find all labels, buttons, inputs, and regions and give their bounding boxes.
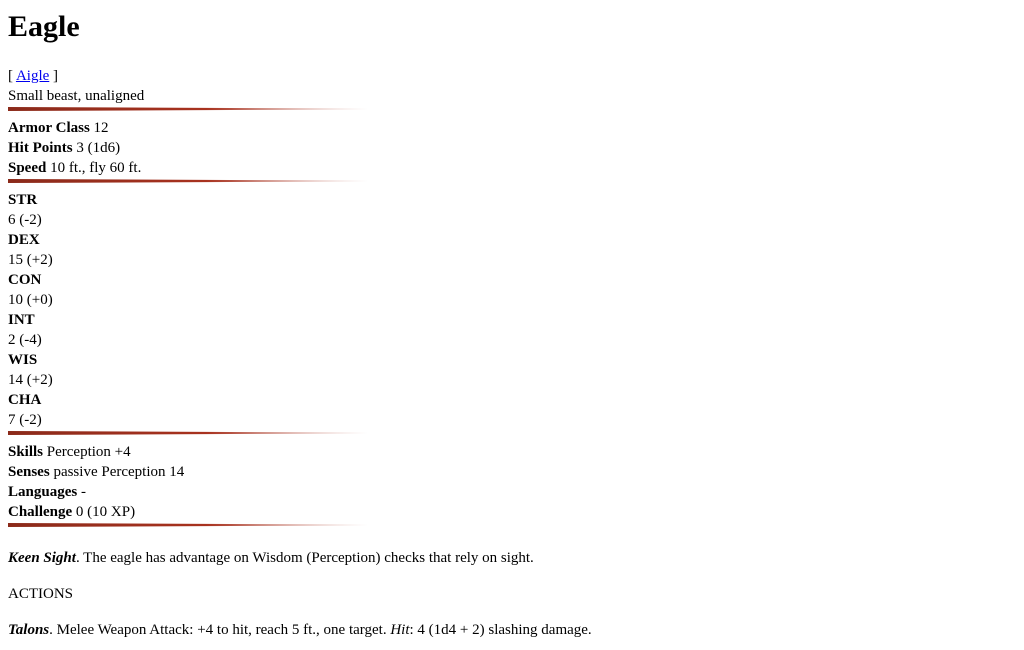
action-talons: Talons. Melee Weapon Attack: +4 to hit, … (8, 620, 1008, 640)
action-description: . Melee Weapon Attack: +4 to hit, reach … (49, 622, 391, 638)
page-title: Eagle (8, 10, 80, 43)
actions-heading: ACTIONS (8, 586, 74, 602)
creature-type: Small beast, unaligned (8, 88, 145, 104)
defense-section: Armor Class 12 Hit Points 3 (1d6) Speed … (8, 118, 1008, 178)
close-bracket: ] (53, 68, 59, 84)
languages-value: - (80, 484, 86, 500)
armor-class-label: Armor Class (8, 120, 90, 136)
hit-points-value: 3 (1d6) (76, 140, 121, 156)
section-divider (8, 523, 368, 527)
ability-value-cha: 7 (-2) (8, 412, 42, 428)
skills-value: Perception +4 (46, 444, 131, 460)
action-name: Talons (8, 622, 50, 638)
trait-description: . The eagle has advantage on Wisdom (Per… (75, 550, 534, 566)
ability-name-cha: CHA (8, 392, 42, 408)
ability-scores: STR 6 (-2) DEX 15 (+2) CON 10 (+0) INT 2… (8, 190, 1008, 430)
ability-value-con: 10 (+0) (8, 292, 53, 308)
languages-row: Languages - (8, 482, 1008, 502)
trait-name: Keen Sight (8, 550, 76, 566)
translation-link[interactable]: Aigle (16, 68, 49, 84)
armor-class-value: 12 (93, 120, 109, 136)
hit-label: Hit (390, 622, 410, 638)
open-bracket: [ (8, 68, 13, 84)
challenge-row: Challenge 0 (10 XP) (8, 502, 1008, 522)
section-divider (8, 107, 368, 111)
speed-row: Speed 10 ft., fly 60 ft. (8, 158, 1008, 178)
hit-points-row: Hit Points 3 (1d6) (8, 138, 1008, 158)
speed-label: Speed (8, 160, 47, 176)
ability-value-int: 2 (-4) (8, 332, 42, 348)
senses-value: passive Perception 14 (53, 464, 185, 480)
speed-value: 10 ft., fly 60 ft. (50, 160, 142, 176)
trait-keen-sight: Keen Sight. The eagle has advantage on W… (8, 548, 1008, 568)
ability-name-int: INT (8, 312, 35, 328)
skills-label: Skills (8, 444, 44, 460)
senses-row: Senses passive Perception 14 (8, 462, 1008, 482)
armor-class-row: Armor Class 12 (8, 118, 1008, 138)
section-divider (8, 431, 368, 435)
hit-points-label: Hit Points (8, 140, 73, 156)
challenge-label: Challenge (8, 504, 73, 520)
ability-name-wis: WIS (8, 352, 38, 368)
details-section: Skills Perception +4 Senses passive Perc… (8, 442, 1008, 522)
hit-description: : 4 (1d4 + 2) slashing damage. (409, 622, 592, 638)
ability-name-str: STR (8, 192, 38, 208)
ability-name-con: CON (8, 272, 42, 288)
ability-value-wis: 14 (+2) (8, 372, 53, 388)
stat-block: Eagle [ Aigle ] Small beast, unaligned A… (8, 0, 1008, 640)
challenge-value: 0 (10 XP) (75, 504, 136, 520)
skills-row: Skills Perception +4 (8, 442, 1008, 462)
senses-label: Senses (8, 464, 50, 480)
languages-label: Languages (8, 484, 78, 500)
section-divider (8, 179, 368, 183)
ability-value-dex: 15 (+2) (8, 252, 53, 268)
ability-name-dex: DEX (8, 232, 40, 248)
translation-link-line: [ Aigle ] (8, 66, 1008, 86)
ability-value-str: 6 (-2) (8, 212, 42, 228)
